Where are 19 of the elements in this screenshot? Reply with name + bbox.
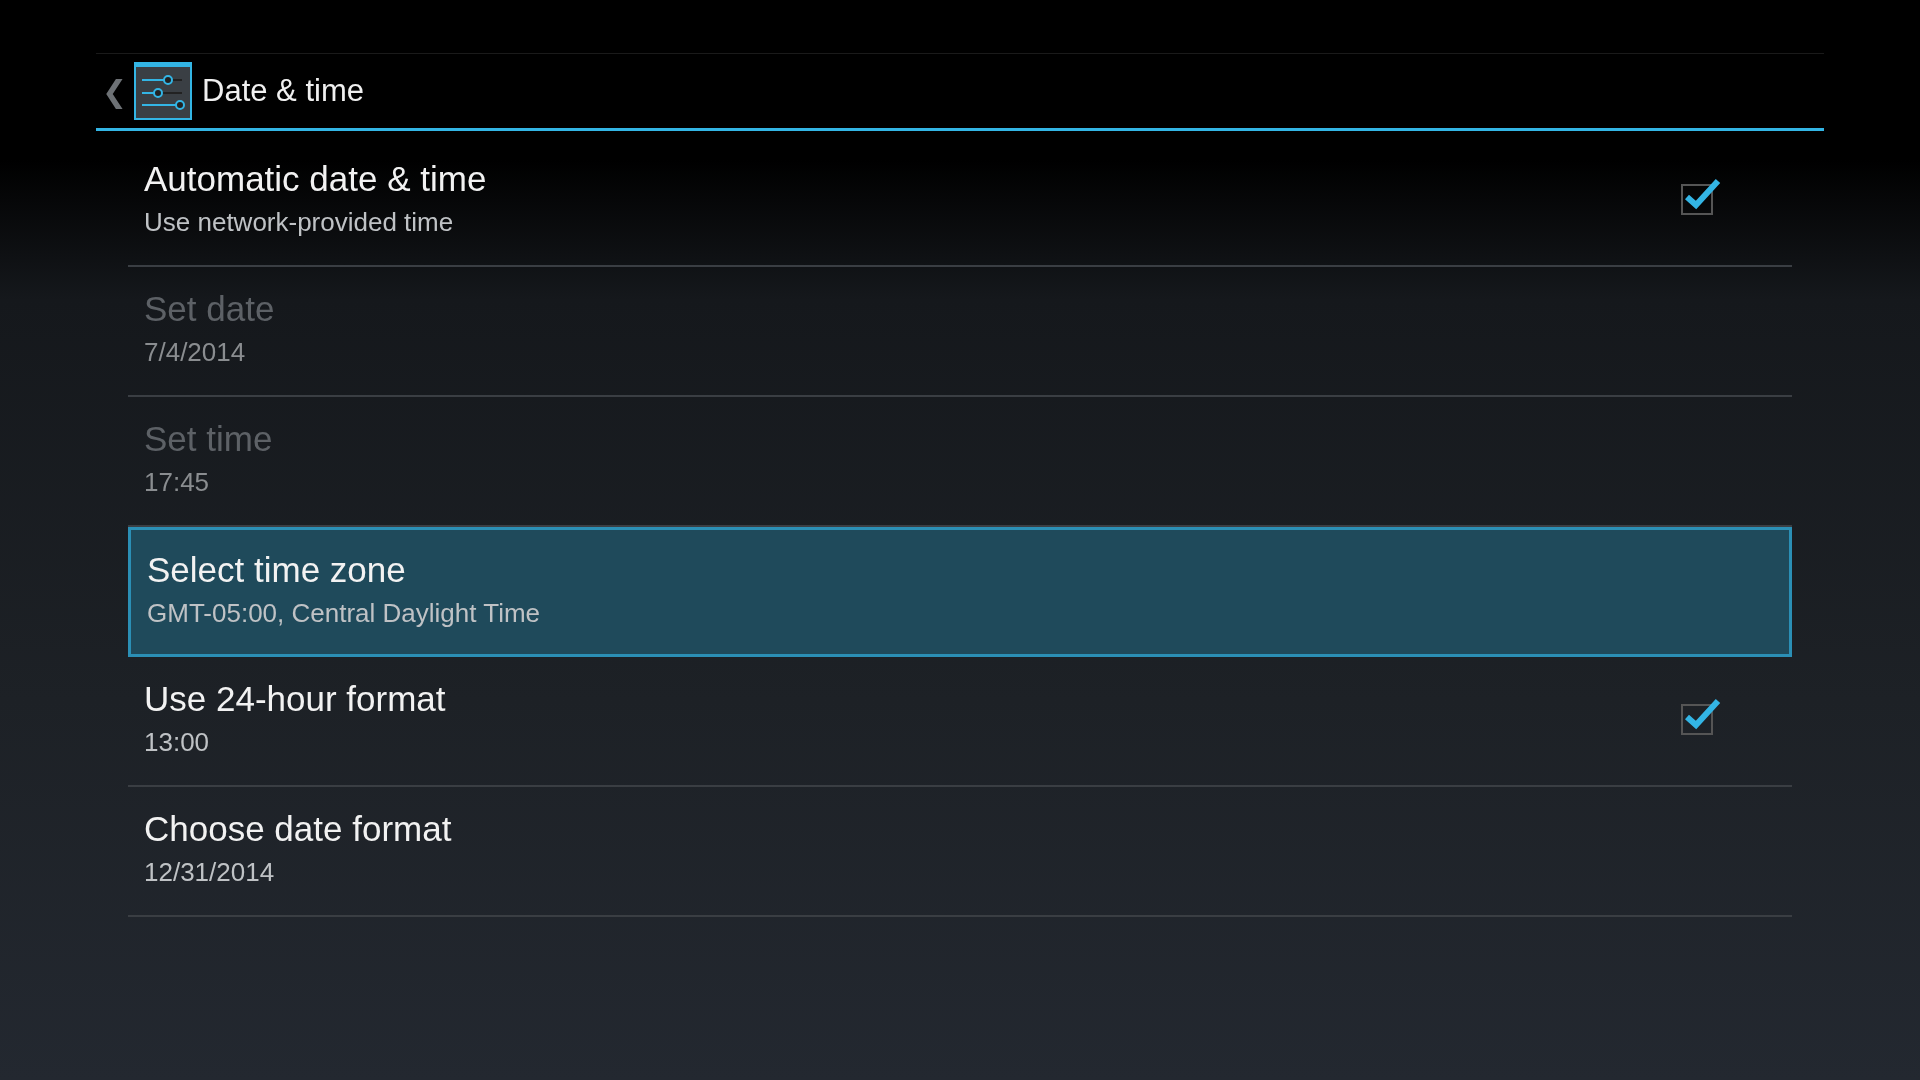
setting-title: Select time zone (147, 549, 407, 590)
settings-sliders-icon (134, 62, 192, 120)
setting-summary: Use network-provided time (144, 206, 455, 238)
setting-title: Use 24-hour format (144, 678, 447, 719)
setting-title: Set time (144, 418, 274, 459)
setting-summary: 17:45 (144, 466, 211, 498)
screen-title: Date & time (202, 73, 364, 109)
setting-summary: 13:00 (144, 726, 211, 758)
setting-summary: 7/4/2014 (144, 336, 247, 368)
setting-title: Automatic date & time (144, 158, 488, 199)
back-button[interactable]: ❮ (102, 73, 124, 109)
setting-row[interactable]: Automatic date & time Use network-provided time (128, 137, 1792, 267)
setting-row[interactable]: Use 24-hour format 13:00 (128, 657, 1792, 787)
setting-row[interactable]: Choose date format 12/31/2014 (128, 787, 1792, 917)
setting-title: Choose date format (144, 808, 453, 849)
setting-row[interactable]: Select time zone GMT-05:00, Central Daylight Time (128, 527, 1792, 657)
setting-summary: GMT-05:00, Central Daylight Time (147, 597, 542, 629)
setting-title: Set date (144, 288, 276, 329)
setting-summary: 12/31/2014 (144, 856, 276, 888)
